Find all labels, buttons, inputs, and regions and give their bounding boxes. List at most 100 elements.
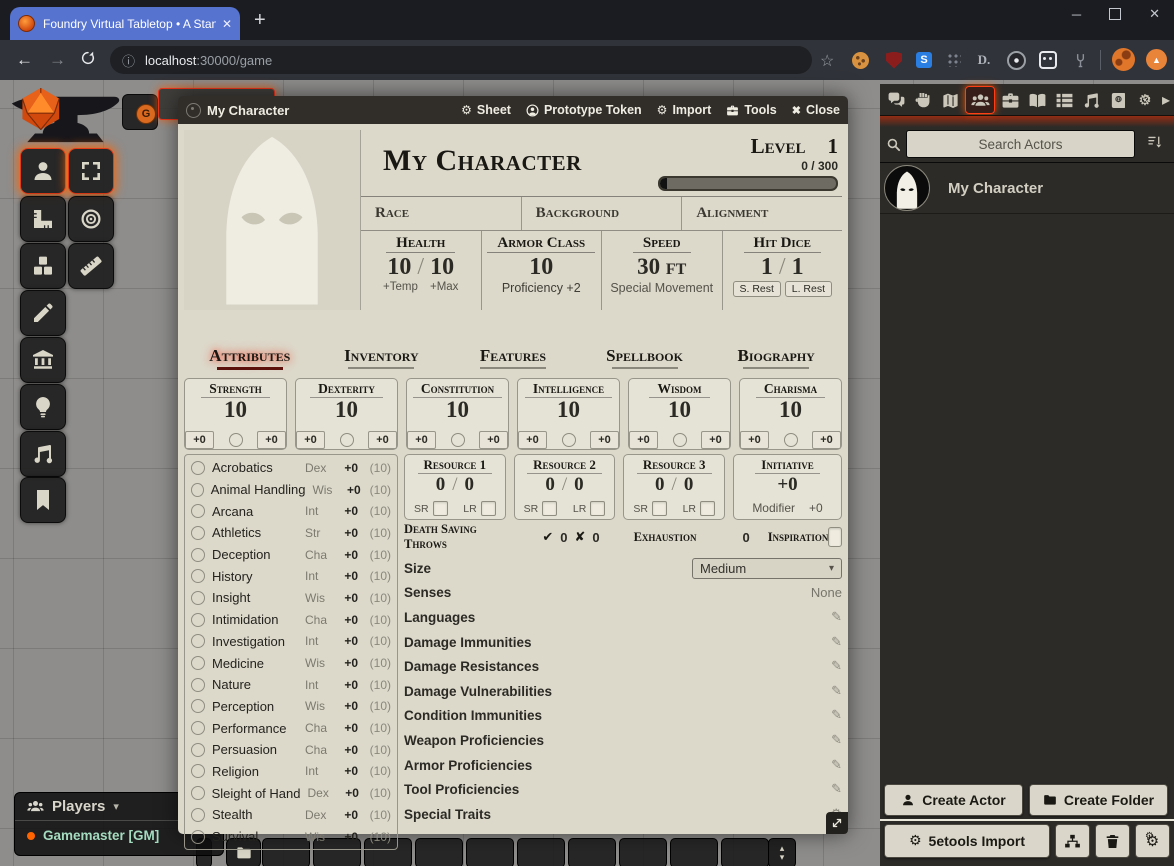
sidebar-tab-journal[interactable]	[1025, 88, 1049, 112]
macro-slot[interactable]	[415, 838, 463, 866]
skill-proficiency-radio[interactable]	[191, 504, 205, 518]
skill-proficiency-radio[interactable]	[191, 743, 205, 757]
s-extension-icon[interactable]: S	[914, 50, 934, 70]
hp-tempmax-label[interactable]: +Max	[430, 281, 458, 293]
actor-list-item[interactable]: My Character	[880, 163, 1174, 214]
ability-box[interactable]: Strength 10 +0 +0	[184, 378, 287, 450]
ability-modifier[interactable]: +0	[407, 431, 436, 449]
sidebar-tab-scenes[interactable]	[938, 88, 962, 112]
lens-extension-icon[interactable]	[1006, 50, 1026, 70]
skill-proficiency-radio[interactable]	[191, 634, 205, 648]
import-button[interactable]: ⚙Import	[657, 103, 712, 117]
long-rest-button[interactable]: L. Rest	[785, 281, 832, 297]
tile-controls-button[interactable]	[20, 243, 66, 289]
maximize-icon[interactable]	[1109, 8, 1121, 20]
edit-icon[interactable]: ✎	[831, 659, 842, 674]
edit-icon[interactable]: ✎	[831, 758, 842, 773]
skill-proficiency-radio[interactable]	[191, 613, 205, 627]
edit-icon[interactable]: ✎	[831, 733, 842, 748]
skill-row[interactable]: Performance Cha +0 (10)	[191, 717, 391, 739]
resource-box[interactable]: Resource 3 0/0 SR LR	[623, 454, 725, 520]
ability-box[interactable]: Wisdom 10 +0 +0	[628, 378, 731, 450]
select-targets-tool[interactable]	[68, 196, 114, 242]
character-name[interactable]: My Character	[383, 144, 582, 178]
measure-controls-button[interactable]	[20, 196, 66, 242]
skill-proficiency-radio[interactable]	[191, 830, 205, 844]
hotbar-page-control[interactable]: ▴ ▾	[768, 838, 796, 866]
macro-slot[interactable]	[466, 838, 514, 866]
hp-max[interactable]: 10	[430, 254, 454, 280]
ability-save[interactable]: +0	[368, 431, 397, 449]
skill-row[interactable]: Insight Wis +0 (10)	[191, 587, 391, 609]
macro-slot[interactable]	[568, 838, 616, 866]
skill-row[interactable]: Perception Wis +0 (10)	[191, 696, 391, 718]
actor-avatar[interactable]	[884, 165, 930, 211]
macro-slot[interactable]	[517, 838, 565, 866]
death-failure-icon[interactable]: ✘	[574, 530, 585, 545]
skill-proficiency-radio[interactable]	[191, 678, 205, 692]
proficiency-radio[interactable]	[673, 433, 687, 447]
skill-row[interactable]: Arcana Int +0 (10)	[191, 500, 391, 522]
search-input[interactable]	[906, 130, 1135, 158]
measure-distance-tool[interactable]	[68, 243, 114, 289]
macro-slot[interactable]	[619, 838, 667, 866]
ability-modifier[interactable]: +0	[629, 431, 658, 449]
token-controls-button[interactable]	[20, 148, 66, 194]
prototype-token-button[interactable]: Prototype Token	[526, 103, 642, 117]
browser-avatar[interactable]	[1112, 48, 1135, 71]
notes-controls-button[interactable]	[20, 477, 66, 523]
skill-proficiency-radio[interactable]	[191, 483, 204, 497]
skill-proficiency-radio[interactable]	[191, 786, 205, 800]
address-bar[interactable]: ⓘ localhost:30000/game	[110, 46, 812, 74]
sidebar-tab-items[interactable]	[998, 88, 1022, 112]
skill-proficiency-radio[interactable]	[191, 591, 205, 605]
lighting-controls-button[interactable]	[20, 384, 66, 430]
tools-button[interactable]: Tools	[726, 103, 776, 117]
5etools-import-button[interactable]: ⚙5etools Import	[884, 824, 1050, 858]
d-extension-icon[interactable]: D.	[974, 50, 994, 70]
grid-extension-icon[interactable]	[944, 50, 964, 70]
size-select[interactable]: Medium▾	[692, 558, 842, 579]
sheet-config-button[interactable]: ⚙Sheet	[461, 103, 511, 117]
skill-row[interactable]: Survival Wis +0 (10)	[191, 826, 391, 848]
skill-row[interactable]: Nature Int +0 (10)	[191, 674, 391, 696]
bookmark-star-icon[interactable]: ☆	[820, 51, 834, 71]
skill-proficiency-radio[interactable]	[191, 808, 205, 822]
hp-current[interactable]: 10	[387, 254, 411, 280]
resize-handle[interactable]	[826, 812, 848, 834]
edit-icon[interactable]: ✎	[831, 610, 842, 625]
chevron-down-icon[interactable]: ▾	[113, 800, 119, 813]
sidebar-tab-settings[interactable]: ⚙⚙	[1133, 88, 1157, 112]
tab-close-icon[interactable]: ✕	[222, 17, 232, 31]
container-extension-icon[interactable]	[1038, 50, 1058, 70]
lr-checkbox[interactable]	[590, 501, 605, 516]
death-success-icon[interactable]: ✔	[542, 530, 553, 545]
skill-row[interactable]: Deception Cha +0 (10)	[191, 544, 391, 566]
skill-proficiency-radio[interactable]	[191, 721, 205, 735]
speed-stat[interactable]: Speed 30 ft Special Movement	[601, 231, 722, 310]
drawing-controls-button[interactable]	[20, 290, 66, 336]
ability-modifier[interactable]: +0	[518, 431, 547, 449]
foundry-logo[interactable]	[6, 86, 122, 150]
exhaustion-value[interactable]: 0	[742, 530, 749, 545]
edit-icon[interactable]: ✎	[831, 635, 842, 650]
death-failure-count[interactable]: 0	[592, 530, 599, 545]
inspiration-checkbox[interactable]	[828, 527, 842, 547]
minimize-icon[interactable]: ─	[1072, 7, 1081, 22]
skill-proficiency-radio[interactable]	[191, 764, 205, 778]
resource-box[interactable]: Resource 1 0/0 SR LR	[404, 454, 506, 520]
ability-save[interactable]: +0	[257, 431, 286, 449]
site-info-icon[interactable]: ⓘ	[122, 51, 135, 70]
short-rest-button[interactable]: S. Rest	[733, 281, 781, 297]
ability-modifier[interactable]: +0	[185, 431, 214, 449]
sidebar-tab-compendium[interactable]	[1106, 88, 1130, 112]
hit-dice-stat[interactable]: Hit Dice 1/1 S. Rest L. Rest	[722, 231, 843, 310]
close-window-button[interactable]: ✖Close	[792, 103, 840, 117]
sidebar-collapse-button[interactable]: ▸	[1160, 88, 1172, 112]
skill-row[interactable]: Sleight of Hand Dex +0 (10)	[191, 782, 391, 804]
xp-text[interactable]: 0 / 300	[658, 159, 838, 173]
special-movement-label[interactable]: Special Movement	[602, 281, 722, 295]
proficiency-radio[interactable]	[562, 433, 576, 447]
resource-box[interactable]: Resource 2 0/0 SR LR	[514, 454, 616, 520]
ability-save[interactable]: +0	[590, 431, 619, 449]
